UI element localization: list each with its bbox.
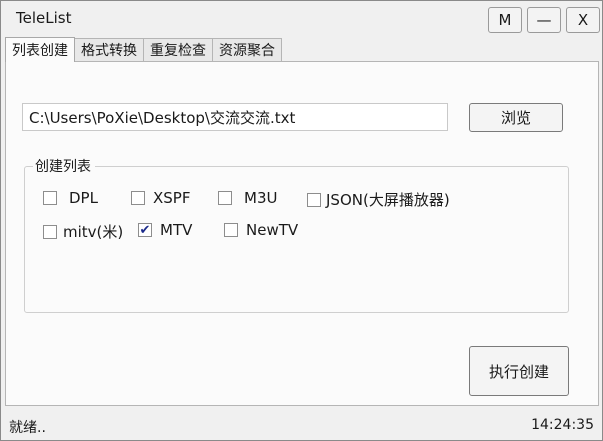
checkbox-label: NewTV [246, 221, 299, 239]
browse-button[interactable]: 浏览 [469, 103, 563, 132]
minimize-button[interactable]: — [527, 7, 561, 33]
checkbox-box[interactable] [307, 192, 321, 207]
checkbox-json[interactable]: JSON(大屏播放器) [307, 189, 450, 210]
execute-create-button[interactable]: 执行创建 [469, 346, 569, 396]
status-clock: 14:24:35 [531, 417, 594, 433]
checkbox-box[interactable] [43, 191, 57, 205]
tab-duplicate-check[interactable]: 重复检查 [143, 38, 213, 61]
app-window: TeleList M — X 列表创建 格式转换 重复检查 资源聚合 C:\Us… [0, 0, 603, 441]
window-title: TeleList [16, 9, 72, 27]
checkbox-box[interactable] [224, 223, 238, 237]
m-button[interactable]: M [488, 7, 522, 33]
checkbox-mitv[interactable]: mitv(米) [43, 221, 123, 242]
checkbox-label: MTV [160, 221, 193, 239]
file-path-input[interactable]: C:\Users\PoXie\Desktop\交流交流.txt [22, 103, 448, 131]
checkbox-mtv[interactable]: ✔ MTV [138, 221, 192, 239]
checkbox-m3u[interactable]: M3U [218, 189, 277, 207]
tab-resource-aggregate[interactable]: 资源聚合 [212, 38, 282, 61]
checkbox-dpl[interactable]: DPL [43, 189, 98, 207]
tab-create-list[interactable]: 列表创建 [5, 37, 75, 62]
status-text: 就绪.. [9, 420, 46, 436]
file-path-value: C:\Users\PoXie\Desktop\交流交流.txt [29, 108, 296, 127]
group-title: 创建列表 [33, 156, 95, 176]
checkbox-box[interactable] [131, 191, 145, 205]
close-button[interactable]: X [566, 7, 600, 33]
checkbox-box[interactable] [43, 224, 57, 239]
tab-bar: 列表创建 格式转换 重复检查 资源聚合 [5, 37, 282, 62]
checkbox-xspf[interactable]: XSPF [131, 189, 190, 207]
tab-panel: C:\Users\PoXie\Desktop\交流交流.txt 浏览 创建列表 … [5, 61, 599, 406]
checkbox-box[interactable]: ✔ [138, 223, 152, 237]
tab-format-convert[interactable]: 格式转换 [74, 38, 144, 61]
checkbox-newtv[interactable]: NewTV [224, 221, 298, 239]
create-list-group: 创建列表 DPL XSPF M3U JSON(大屏播放器) mitv(米) ✔ … [24, 156, 569, 313]
checkbox-label: DPL [69, 189, 98, 207]
checkbox-label: XSPF [153, 189, 191, 207]
checkbox-label: JSON(大屏播放器) [326, 191, 450, 209]
checkbox-label: mitv(米) [63, 223, 124, 241]
checkbox-label: M3U [244, 189, 278, 207]
checkbox-box[interactable] [218, 191, 232, 205]
check-mark-icon: ✔ [139, 222, 151, 238]
